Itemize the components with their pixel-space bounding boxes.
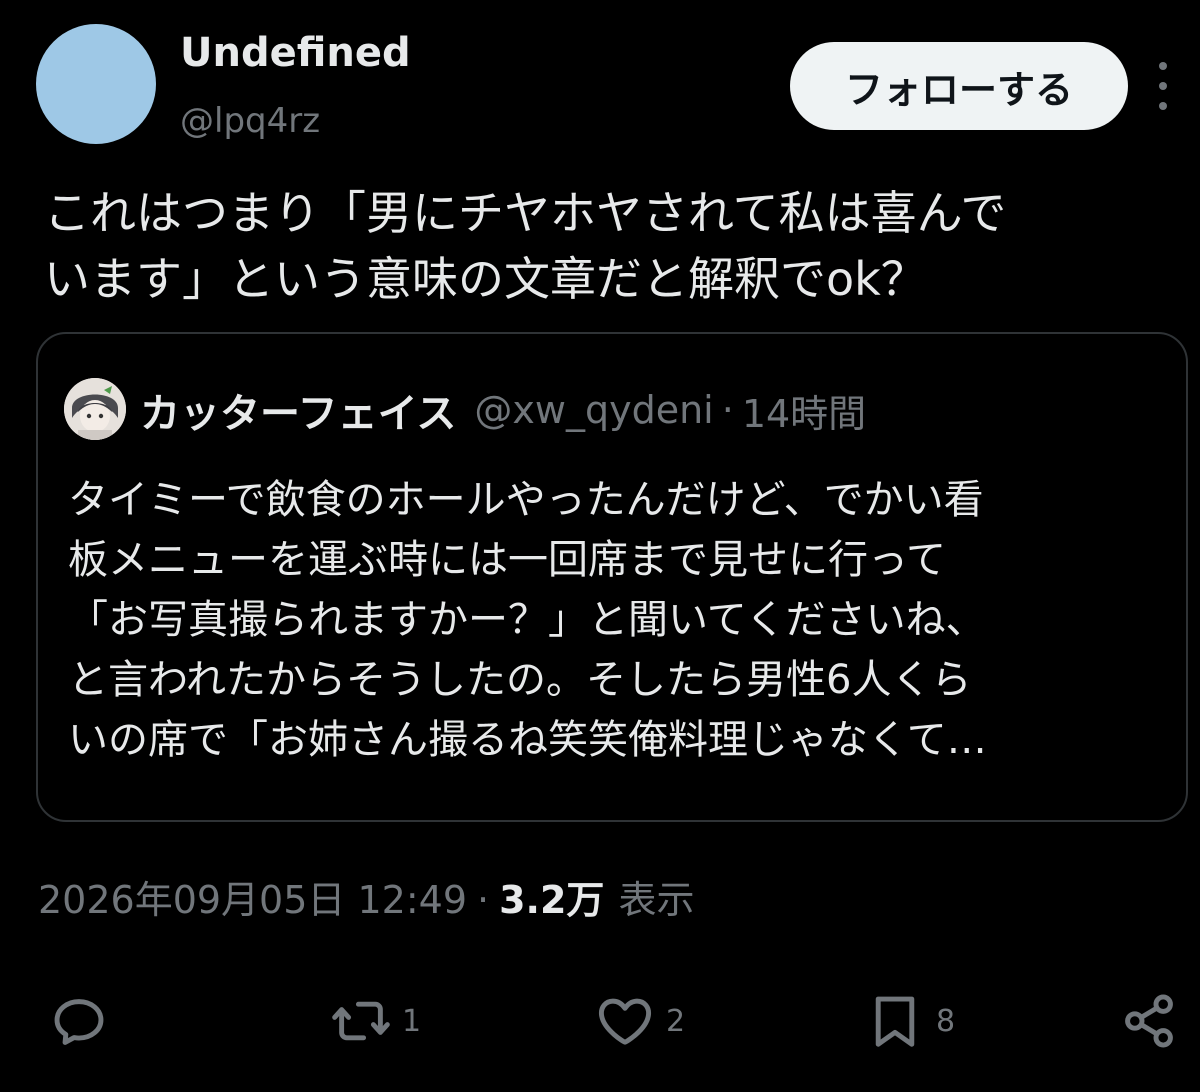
share-icon: [1125, 994, 1173, 1048]
tweet-meta: 2026年09月05日 12:49 · 3.2万 表示: [38, 872, 694, 928]
retweet-button[interactable]: 1: [330, 978, 421, 1064]
heart-icon: [598, 998, 652, 1045]
quote-text: タイミーで飲食のホールやったんだけど、でかい看 板メニューを運ぶ時には一回席まで…: [68, 470, 1168, 770]
meta-separator: ·: [477, 878, 490, 922]
tweet-text: これはつまり「男にチヤホヤされて私は喜んで います」という意味の文章だと解釈でo…: [44, 180, 1164, 312]
quote-separator: ·: [721, 388, 734, 432]
quote-timestamp: 14時間: [741, 391, 867, 436]
author-handle[interactable]: @lpq4rz: [180, 100, 320, 142]
quote-author-handle: @xw_qydeni: [474, 388, 714, 432]
tweet-datetime[interactable]: 2026年09月05日 12:49: [38, 872, 467, 928]
quote-text-line: と言われたからそうしたの。そしたら男性6人くら: [68, 657, 972, 703]
tweet-text-line: これはつまり「男にチヤホヤされて私は喜んで: [44, 186, 1007, 240]
bookmark-button[interactable]: 8: [864, 978, 955, 1064]
quoted-tweet-card[interactable]: カッターフェイス @xw_qydeni · 14時間 タイミーで飲食のホールやっ…: [36, 332, 1188, 822]
author-display-name[interactable]: Undefined: [180, 28, 411, 78]
quote-author-avatar: [64, 378, 126, 440]
more-options-icon[interactable]: [1148, 62, 1178, 110]
more-dot: [1159, 102, 1167, 110]
action-bar: 1 2 8: [0, 978, 1200, 1064]
quote-text-line: タイミーで飲食のホールやったんだけど、でかい看: [68, 477, 984, 523]
retweet-icon: [332, 1001, 390, 1041]
views-label: 表示: [618, 878, 695, 922]
quote-text-line: いの席で「お姉さん撮るね笑笑俺料理じゃなくて…: [68, 717, 987, 763]
share-button[interactable]: [1118, 978, 1180, 1064]
quote-header: カッターフェイス @xw_qydeni · 14時間: [140, 382, 866, 438]
like-count: 2: [666, 1003, 686, 1039]
like-button[interactable]: 2: [594, 978, 685, 1064]
bookmark-count: 8: [936, 1003, 956, 1039]
author-avatar[interactable]: [36, 24, 156, 144]
quote-text-line: 「お写真撮られますかー？」と聞いてくださいね、: [68, 597, 986, 643]
tweet-text-line: います」という意味の文章だと解釈でok？: [44, 252, 927, 306]
retweet-count: 1: [402, 1003, 422, 1039]
reply-button[interactable]: [48, 978, 110, 1064]
more-dot: [1159, 82, 1167, 90]
follow-button[interactable]: フォローする: [790, 42, 1128, 130]
views-count: 3.2万: [499, 878, 605, 922]
quote-author-name: カッターフェイス: [140, 391, 457, 437]
quote-text-line: 板メニューを運ぶ時には一回席まで見せに行って: [68, 537, 946, 583]
bookmark-icon: [875, 996, 915, 1047]
more-dot: [1159, 62, 1167, 70]
reply-icon: [54, 999, 104, 1045]
